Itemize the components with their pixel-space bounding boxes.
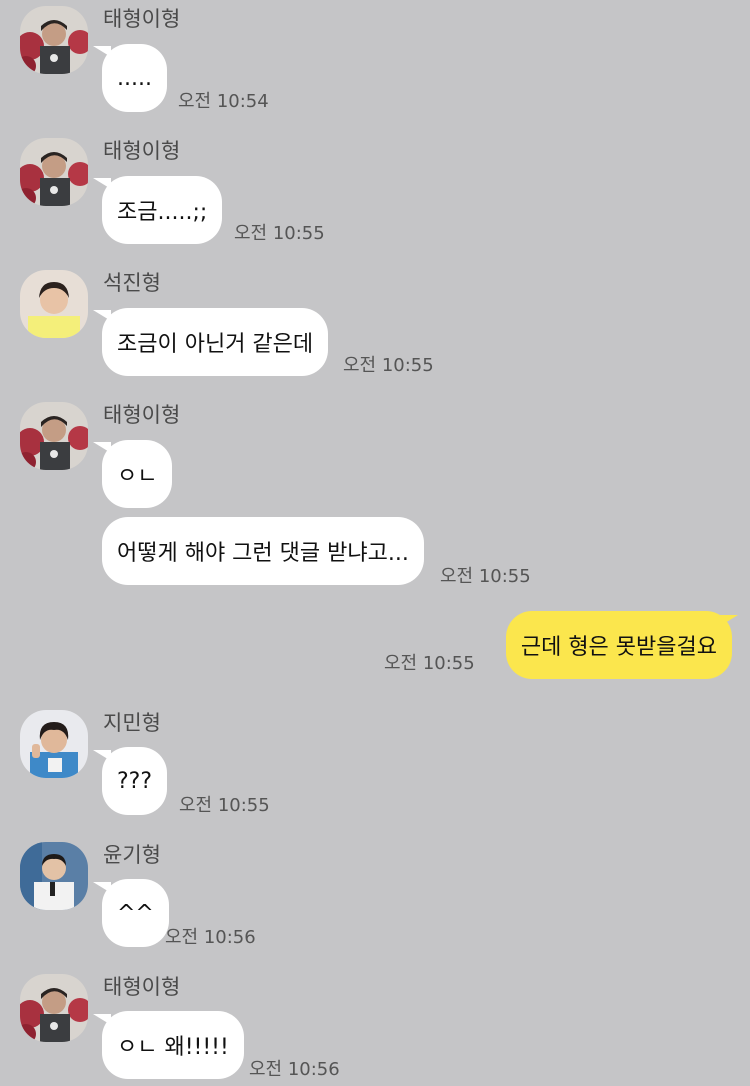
message-time: 오전 10:55 [343, 355, 434, 376]
sender-name: 석진형 [103, 271, 161, 295]
sender-name: 태형이형 [103, 139, 181, 163]
message-bubble[interactable]: 조금이 아닌거 같은데 [102, 308, 329, 376]
message-bubble[interactable]: ㅇㄴ 왜!!!!! [102, 1011, 244, 1079]
message-time: 오전 10:55 [234, 223, 325, 244]
message-bubble[interactable]: 근데 형은 못받을걸요 [505, 611, 732, 679]
message-time: 오전 10:55 [384, 653, 475, 674]
sender-name: 태형이형 [103, 975, 181, 999]
taehyung-avatar[interactable] [20, 6, 88, 74]
message-bubble[interactable]: 어떻게 해야 그런 댓글 받냐고... [102, 517, 424, 585]
sender-name: 태형이형 [103, 7, 181, 31]
sender-name: 지민형 [103, 711, 161, 735]
message-bubble[interactable]: ^^ [102, 879, 169, 947]
yoongi-avatar[interactable] [20, 842, 88, 910]
message-time: 오전 10:56 [249, 1059, 340, 1080]
taehyung-avatar[interactable] [20, 138, 88, 206]
message-bubble[interactable]: ??? [102, 747, 168, 815]
message-time: 오전 10:54 [178, 91, 269, 112]
message-time: 오전 10:55 [440, 566, 531, 587]
message-time: 오전 10:56 [165, 927, 256, 948]
sender-name: 태형이형 [103, 403, 181, 427]
taehyung-avatar[interactable] [20, 974, 88, 1042]
message-bubble[interactable]: ㅇㄴ [102, 440, 173, 508]
sender-name: 윤기형 [103, 843, 161, 867]
seokjin-avatar[interactable] [20, 270, 88, 338]
taehyung-avatar[interactable] [20, 402, 88, 470]
message-bubble[interactable]: 조금.....;; [102, 176, 223, 244]
jimin-avatar[interactable] [20, 710, 88, 778]
message-bubble[interactable]: ..... [102, 44, 167, 112]
message-time: 오전 10:55 [179, 795, 270, 816]
